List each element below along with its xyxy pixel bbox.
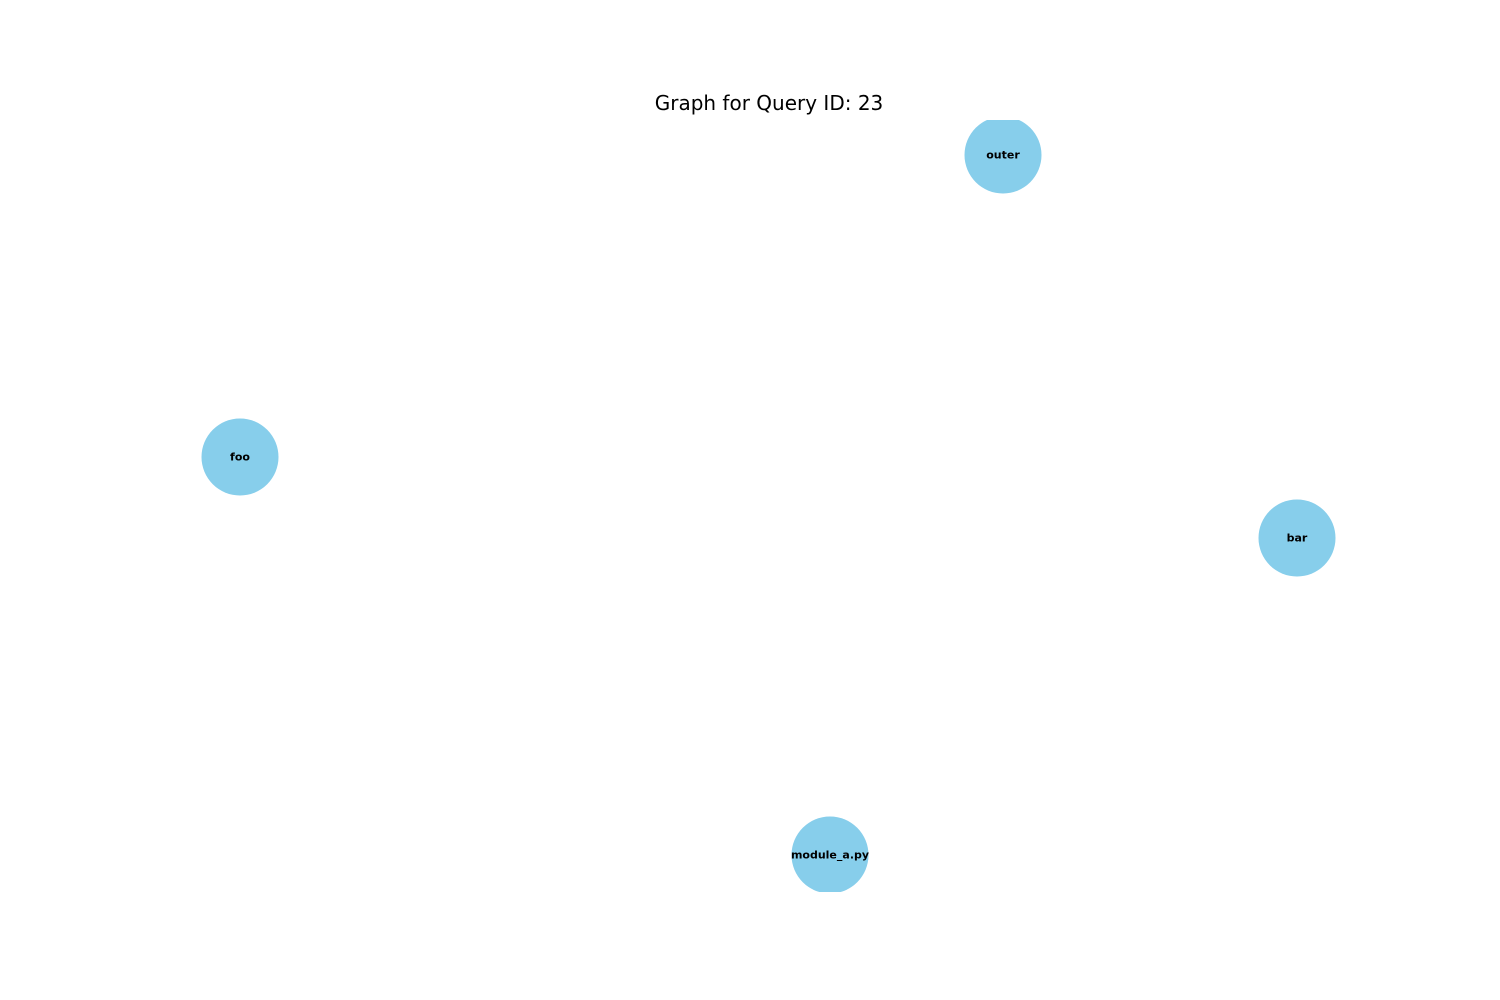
graph-node: module_a.py <box>791 816 869 892</box>
node-label: outer <box>986 149 1020 162</box>
graph-node: foo <box>201 418 279 496</box>
graph-node: bar <box>1258 499 1336 577</box>
graph-node: outer <box>964 120 1042 194</box>
nodes-layer: outer foo bar module_a.py <box>201 120 1336 892</box>
graph-canvas: outer foo bar module_a.py <box>201 120 1336 892</box>
node-label: foo <box>230 451 250 464</box>
node-label: module_a.py <box>791 849 869 862</box>
node-label: bar <box>1287 532 1308 545</box>
